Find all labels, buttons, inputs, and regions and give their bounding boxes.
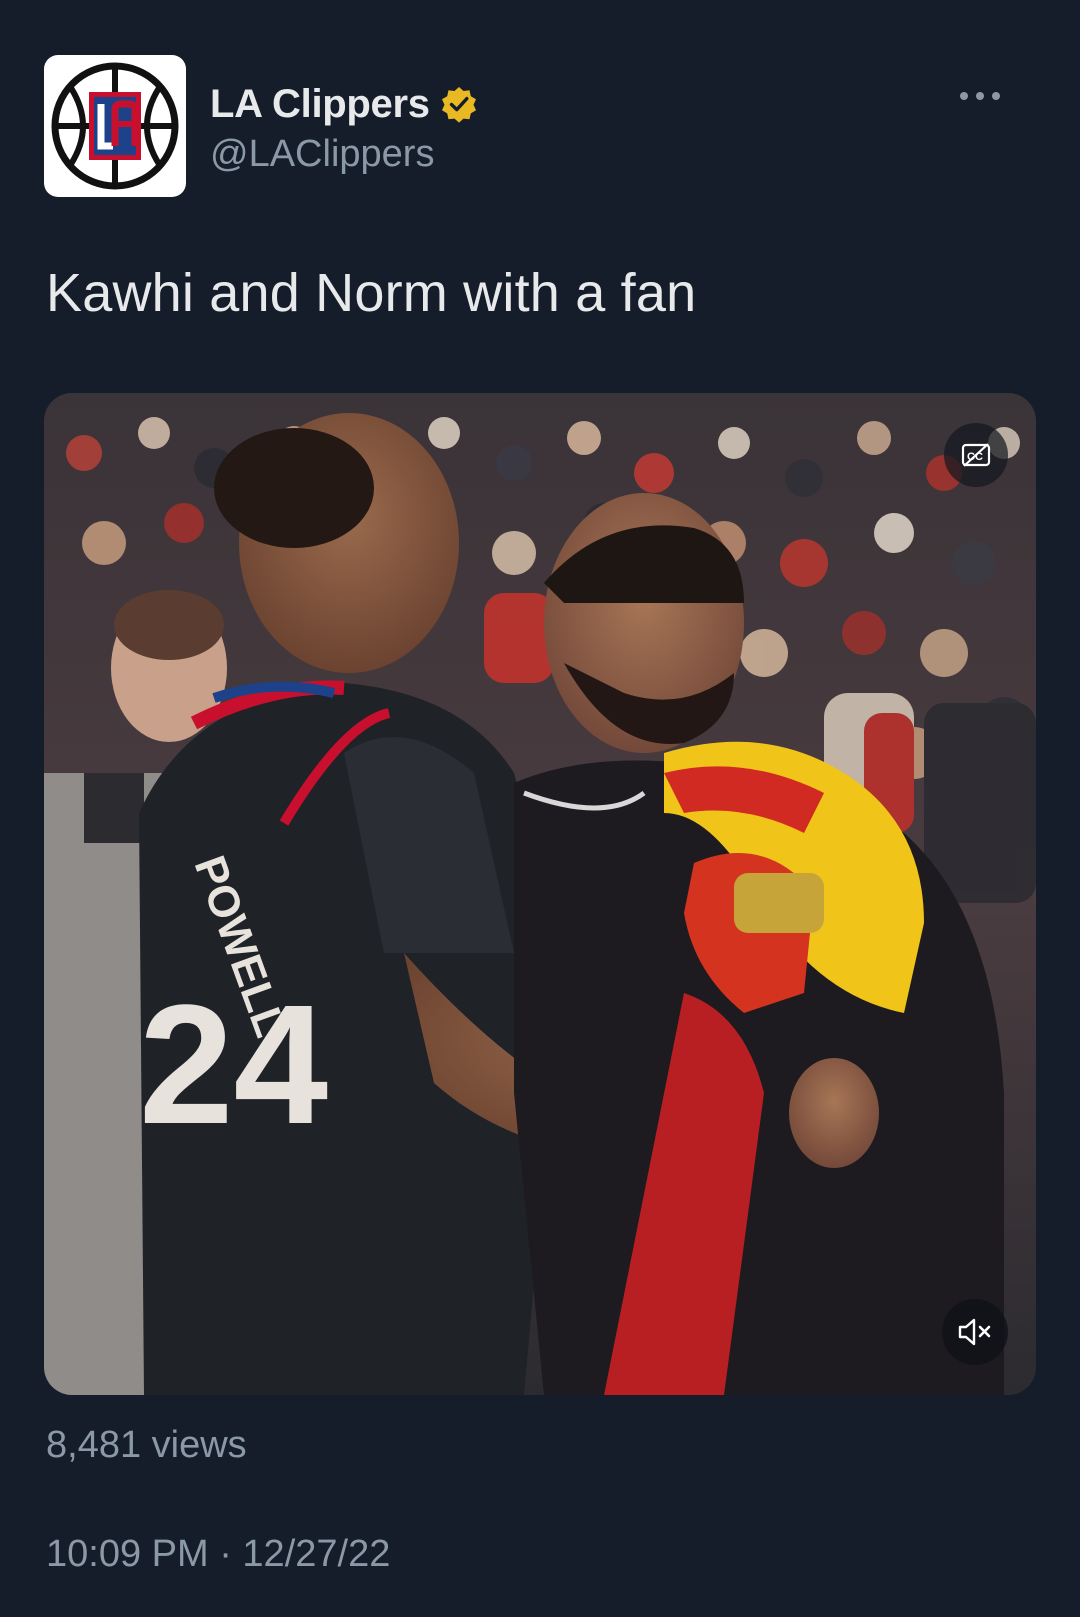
closed-captions-button[interactable]: CC <box>944 423 1008 487</box>
avatar[interactable] <box>44 55 186 197</box>
account-handle[interactable]: @LAClippers <box>210 133 478 176</box>
more-dot <box>960 92 968 100</box>
tweet-text: Kawhi and Norm with a fan <box>46 263 697 323</box>
tweet-timestamp[interactable]: 10:09 PM · 12/27/22 <box>46 1533 390 1576</box>
account-names: LA Clippers @LAClippers <box>210 79 478 176</box>
closed-captions-icon: CC <box>961 443 991 467</box>
tweet-header: LA Clippers @LAClippers <box>44 55 1036 197</box>
tweet-detail: LA Clippers @LAClippers Kawhi and Norm w… <box>0 0 1080 1617</box>
video-frame: POWELL 24 <box>44 393 1036 1395</box>
svg-text:24: 24 <box>139 970 328 1160</box>
tweet-video[interactable]: POWELL 24 CC <box>44 393 1036 1395</box>
more-dot <box>992 92 1000 100</box>
verified-badge-icon[interactable] <box>440 85 478 123</box>
more-dot <box>976 92 984 100</box>
display-name[interactable]: LA Clippers <box>210 82 430 127</box>
display-name-row: LA Clippers <box>210 79 478 129</box>
view-count[interactable]: 8,481 views <box>46 1424 247 1467</box>
speaker-muted-icon <box>958 1318 991 1346</box>
mute-button[interactable] <box>942 1299 1008 1365</box>
la-clippers-logo-icon <box>51 62 179 190</box>
more-options-icon[interactable] <box>960 89 1000 103</box>
